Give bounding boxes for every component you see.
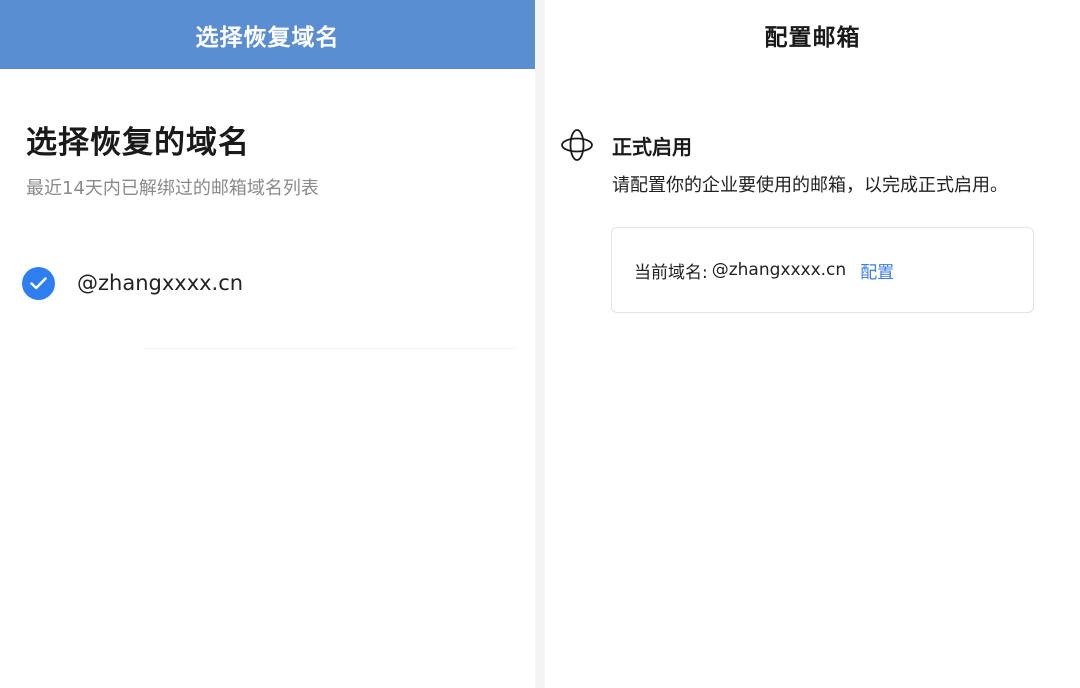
domain-option-label: @zhangxxxx.cn xyxy=(77,271,244,295)
section-subtitle: 最近14天内已解绑过的邮箱域名列表 xyxy=(26,178,319,199)
right-header: 配置邮箱 xyxy=(545,0,1080,69)
status-title: 正式启用 xyxy=(612,135,692,159)
current-domain-label: 当前域名: xyxy=(634,262,708,283)
section-title: 选择恢复的域名 xyxy=(26,125,250,161)
current-domain-card: 当前域名: @zhangxxxx.cn 配置 xyxy=(611,227,1034,313)
current-domain-value: @zhangxxxx.cn xyxy=(711,260,847,280)
panel-gap xyxy=(535,0,545,688)
right-header-title: 配置邮箱 xyxy=(764,24,861,51)
status-description: 请配置你的企业要使用的邮箱，以完成正式启用。 xyxy=(612,175,1008,196)
configure-mailbox-panel: 配置邮箱 正式启用 请配置你的企业要使用的邮箱，以完成正式启用。 当前域名: @… xyxy=(545,0,1080,688)
divider xyxy=(145,348,515,349)
left-header: 选择恢复域名 xyxy=(0,0,535,69)
configure-link[interactable]: 配置 xyxy=(860,258,894,283)
domain-option[interactable]: @zhangxxxx.cn xyxy=(22,262,512,304)
left-header-title: 选择恢复域名 xyxy=(195,24,340,51)
orbit-icon xyxy=(560,128,594,162)
restore-domain-panel: 选择恢复域名 选择恢复的域名 最近14天内已解绑过的邮箱域名列表 @zhangx… xyxy=(0,0,535,688)
check-circle-icon[interactable] xyxy=(22,266,55,300)
